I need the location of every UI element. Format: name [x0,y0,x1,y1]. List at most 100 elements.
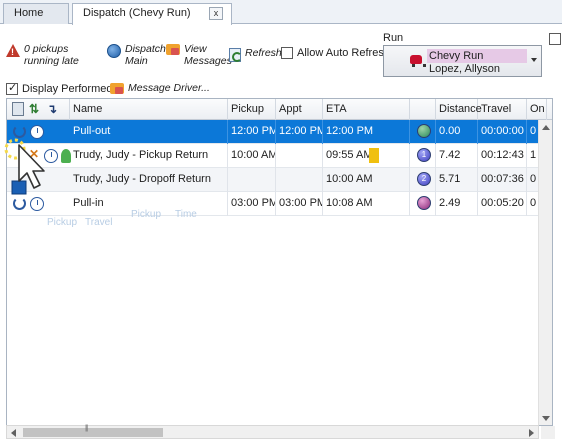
run-label: Run [383,32,404,44]
table-row[interactable]: Pull-out 12:00 PM 12:00 PM 12:00 PM 0.00… [7,120,552,144]
tab-close-button[interactable]: x [209,7,223,20]
scroll-down-icon[interactable] [542,416,550,421]
view-messages-button[interactable]: View Messages [166,43,232,67]
column-header-travel[interactable]: Travel [478,99,527,120]
column-header-stop-type[interactable] [410,99,436,120]
run-name: Chevy Run [427,49,527,63]
dispatch-main-label: Dispatch Main [125,43,166,67]
drag-ghost-text: Time [175,209,197,220]
column-header-distance[interactable]: Distance [436,99,482,120]
cell-appt [276,168,323,192]
cell-distance: 2.49 [436,192,478,216]
column-header-eta[interactable]: ETA [323,99,410,120]
cell-pickup: 12:00 PM [228,120,276,144]
run-driver: Lopez, Allyson [429,63,500,75]
eta-value: 09:55 AM [326,149,373,161]
table-row[interactable]: Pull-in 03:00 PM 03:00 PM 10:08 AM 2.49 … [7,192,552,216]
cell-appt: 03:00 PM [276,192,323,216]
grid-header: ⇅ ↴ Name Pickup Appt ETA Distance Travel… [7,99,552,120]
cell-stop-type: 2 [410,168,436,192]
car-icon [410,55,426,67]
late-pickups-label: 0 pickups running late [24,43,79,67]
cell-pickup: 03:00 PM [228,192,276,216]
clock-icon[interactable] [30,197,44,211]
scroll-right-icon[interactable] [529,429,534,437]
cell-travel: 00:05:20 [478,192,527,216]
cell-stop-type [410,120,436,144]
cell-eta: 12:00 PM [323,120,410,144]
corner-checkbox[interactable] [549,33,561,45]
cell-stop-type: 1 [410,144,436,168]
drag-cursor-icon [4,138,45,195]
message-driver-button[interactable]: Message Driver... [110,82,210,94]
stop-1-icon: 1 [417,148,431,162]
reorder-icon[interactable]: ↴ [47,102,57,116]
drag-ghost-text: Pickup [131,209,162,220]
stop-2-icon: 2 [417,172,431,186]
drag-ghost-text: Travel [85,217,113,228]
view-messages-label: View Messages [184,43,232,67]
warning-icon [6,44,20,58]
tab-home[interactable]: Home [3,3,69,24]
tab-dispatch-label: Dispatch (Chevy Run) [83,7,191,19]
column-header-appt[interactable]: Appt [276,99,323,120]
late-pickups-indicator[interactable]: 0 pickups running late [6,43,106,67]
drag-ghost-text: Pickup [47,217,78,228]
resize-grip [541,426,555,439]
cell-distance: 7.42 [436,144,478,168]
allow-auto-refresh-checkbox[interactable]: Allow Auto Refresh [281,47,390,59]
messages-icon [166,44,180,55]
columns-icon[interactable] [12,102,24,116]
vertical-scrollbar[interactable] [538,120,552,425]
dispatch-icon [107,44,121,58]
dispatch-main-button[interactable]: Dispatch Main [107,43,166,67]
chevron-down-icon [531,58,537,62]
run-select[interactable]: Chevy Run Lopez, Allyson [383,45,542,77]
horizontal-scrollbar[interactable] [6,425,539,439]
undo-icon[interactable] [13,197,26,210]
message-driver-icon [110,82,124,94]
refresh-button[interactable]: Refresh [229,47,282,62]
sort-icon[interactable]: ⇅ [29,102,39,116]
tab-home-label: Home [14,7,44,19]
options-row: Display Performed Message Driver... [0,81,562,98]
tab-bar: Home Dispatch (Chevy Run) x [0,0,562,25]
scroll-up-icon[interactable] [542,125,550,130]
tab-dispatch[interactable]: Dispatch (Chevy Run) x [72,3,232,25]
cell-appt: 12:00 PM [276,120,323,144]
scroll-thumb[interactable] [23,425,163,437]
refresh-icon [229,48,242,62]
cell-distance: 0.00 [436,120,478,144]
cell-distance: 5.71 [436,168,478,192]
display-performed-box[interactable] [6,81,18,95]
bus-icon [417,124,431,138]
allow-auto-refresh-label: Allow Auto Refresh [297,47,390,59]
stops-grid: ⇅ ↴ Name Pickup Appt ETA Distance Travel… [6,98,553,426]
cell-pickup [228,168,276,192]
cell-appt [276,144,323,168]
cell-travel: 00:12:43 [478,144,527,168]
cell-name: Trudy, Judy - Dropoff Return [70,168,228,192]
display-performed-checkbox[interactable]: Display Performed [6,81,113,95]
cell-eta: 10:00 AM [323,168,410,192]
column-header-pickup[interactable]: Pickup [228,99,276,120]
eta-warning-flag [369,148,379,163]
table-row[interactable]: ✕ Trudy, Judy - Pickup Return 10:00 AM 0… [7,144,552,168]
refresh-label: Refresh [245,47,282,59]
message-driver-label: Message Driver... [128,82,210,94]
cell-stop-type [410,192,436,216]
garage-icon [417,196,431,210]
allow-auto-refresh-box[interactable] [281,47,293,59]
cell-name: Pull-out [70,120,228,144]
cell-name: Trudy, Judy - Pickup Return [70,144,228,168]
cell-travel: 00:07:36 [478,168,527,192]
display-performed-label: Display Performed [22,83,113,95]
column-header-name[interactable]: Name [70,99,228,120]
cell-eta: 10:08 AM [323,192,410,216]
table-row[interactable]: Trudy, Judy - Dropoff Return 10:00 AM 2 … [7,168,552,192]
cell-travel: 00:00:00 [478,120,527,144]
column-header-on[interactable]: On [527,99,547,120]
cell-eta: 09:55 AM [323,144,410,168]
scroll-left-icon[interactable] [11,429,16,437]
cell-pickup: 10:00 AM [228,144,276,168]
